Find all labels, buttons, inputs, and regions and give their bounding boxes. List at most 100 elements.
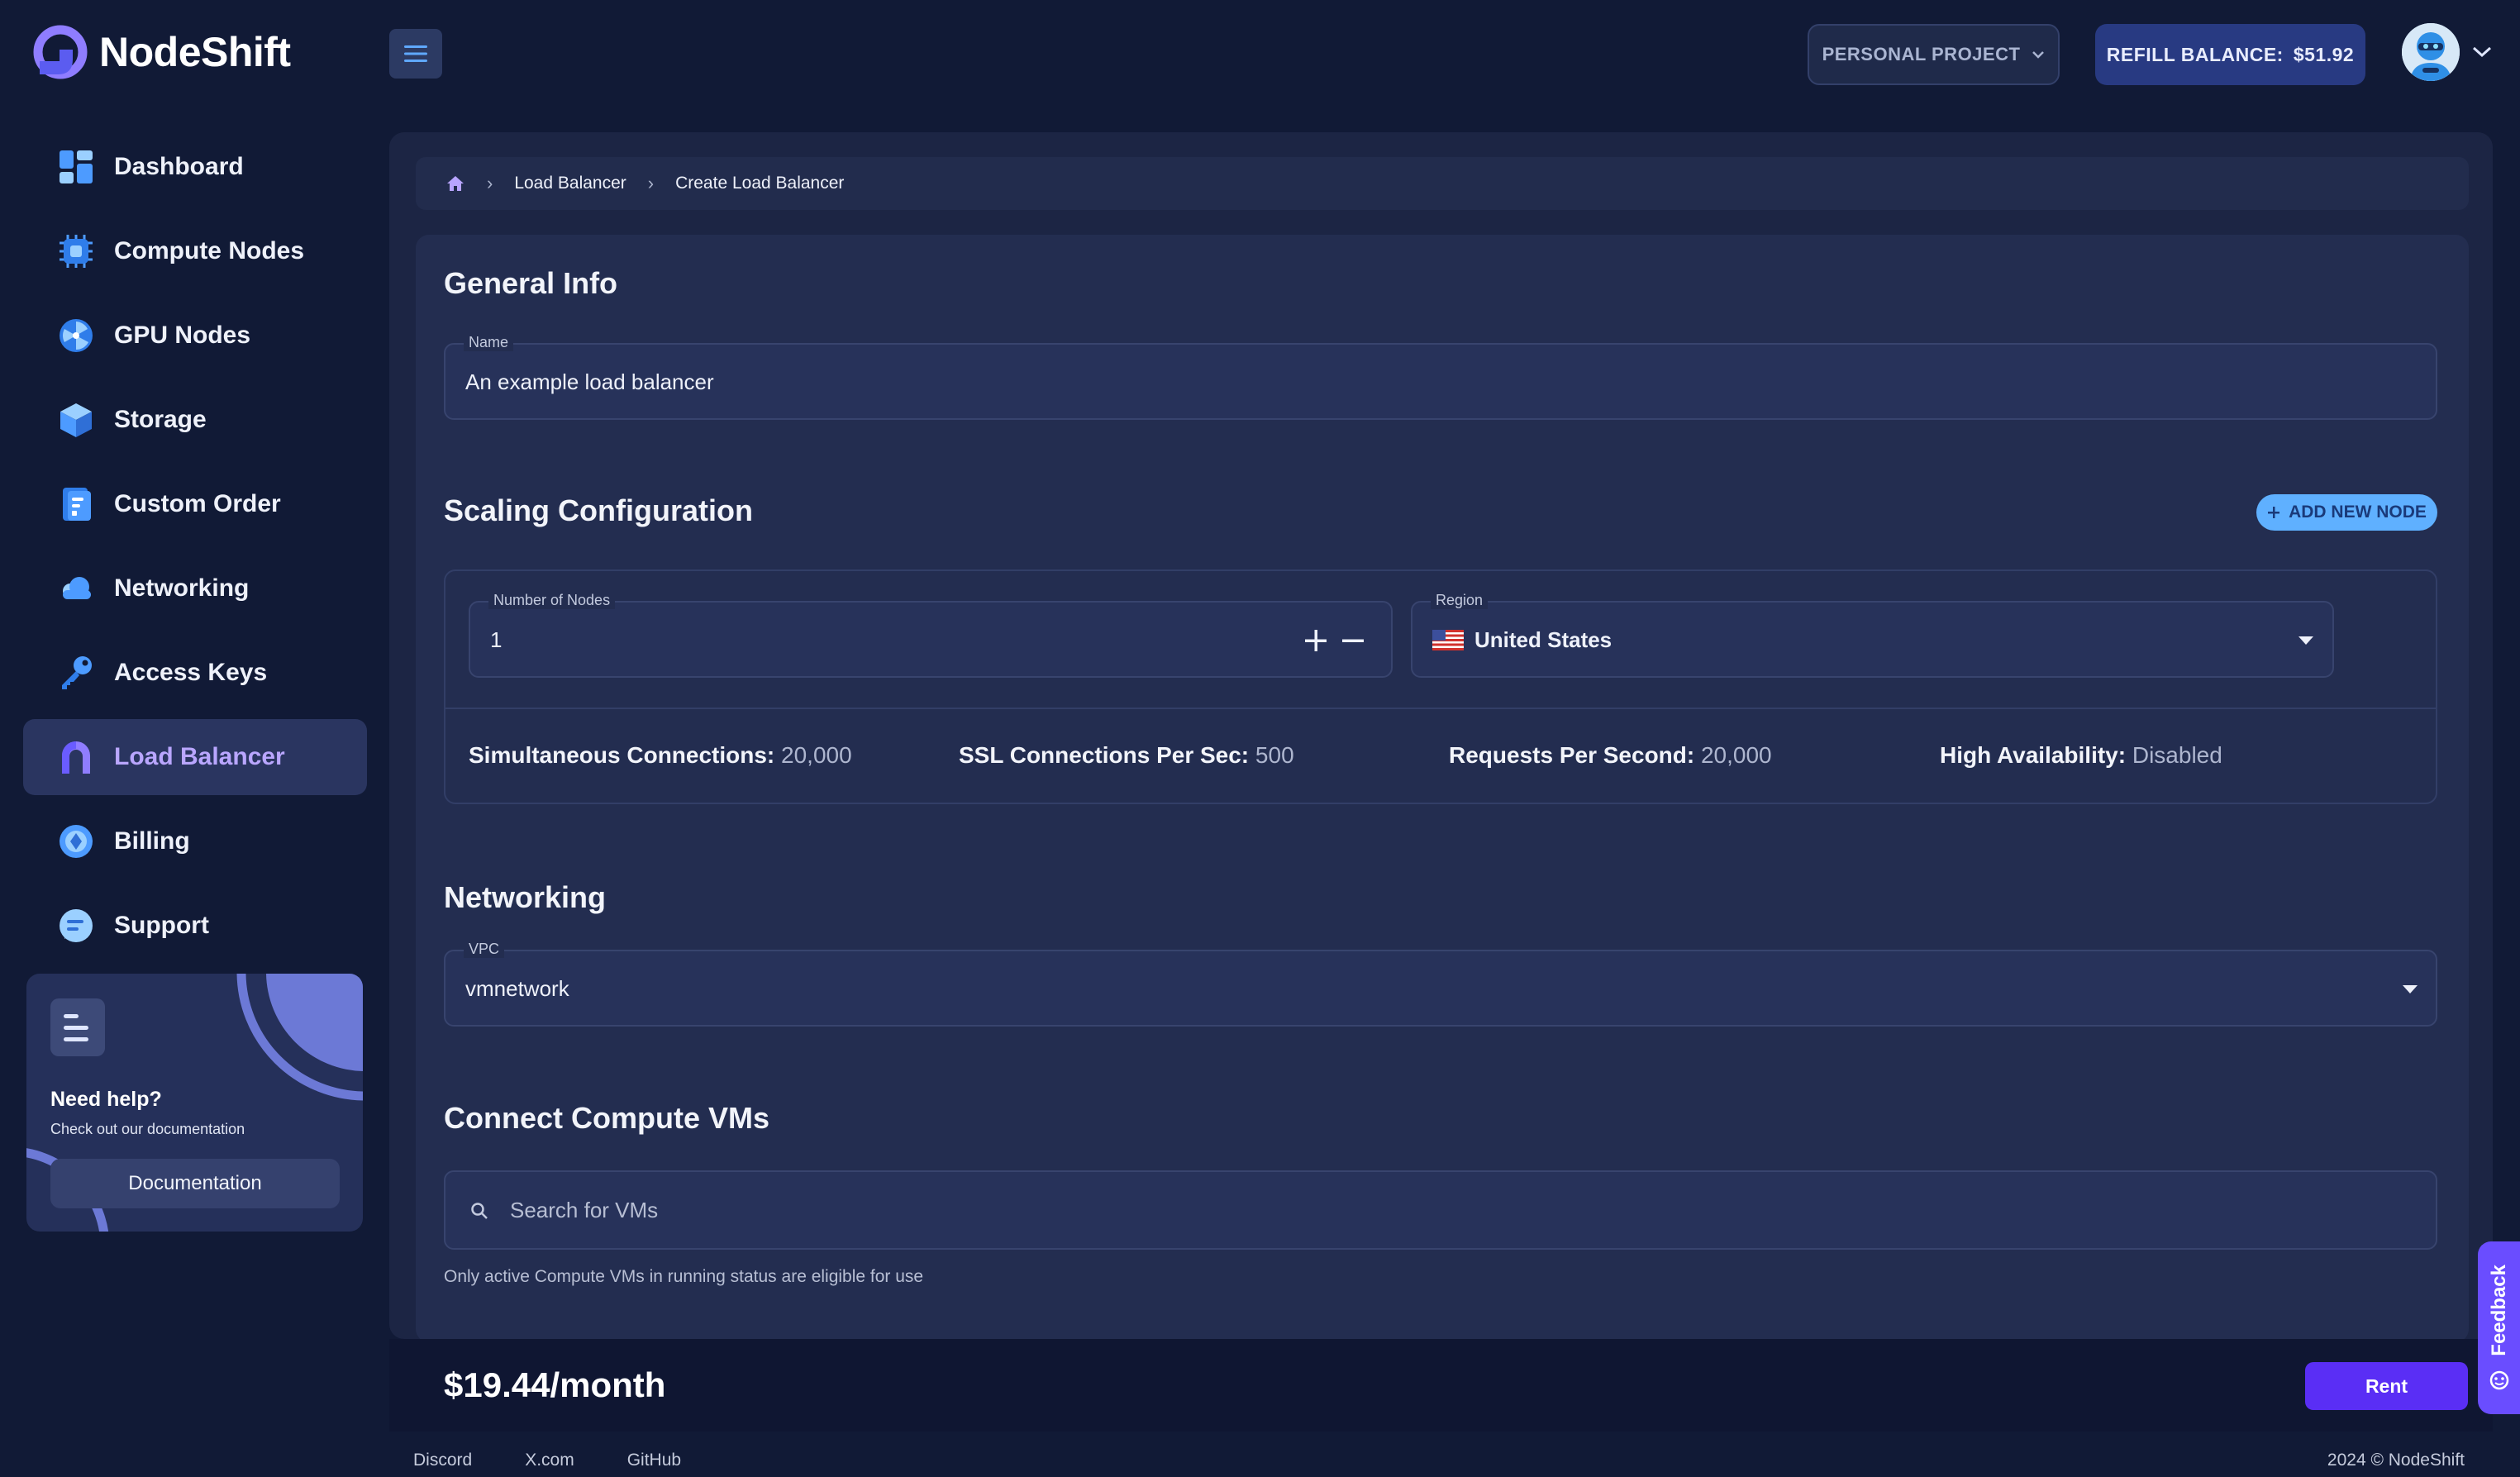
sidebar-item-label: Billing bbox=[114, 827, 190, 855]
home-icon[interactable] bbox=[445, 174, 465, 193]
avatar[interactable] bbox=[2402, 23, 2460, 81]
support-icon bbox=[58, 908, 94, 944]
breadcrumb-create-load-balancer: Create Load Balancer bbox=[675, 174, 845, 193]
cpu-icon bbox=[58, 233, 94, 269]
vm-search-field[interactable]: Search for VMs bbox=[444, 1170, 2437, 1250]
region-label: Region bbox=[1431, 592, 1489, 609]
avatar-icon bbox=[2402, 23, 2460, 81]
sidebar-item-label: Storage bbox=[114, 406, 207, 433]
project-selector[interactable]: PERSONAL PROJECT bbox=[1808, 24, 2060, 85]
monthly-price: $19.44/month bbox=[444, 1365, 666, 1404]
brand-name: NodeShift bbox=[99, 29, 291, 75]
custom-order-icon bbox=[58, 486, 94, 522]
menu-toggle-button[interactable] bbox=[389, 29, 442, 79]
name-label: Name bbox=[464, 334, 514, 351]
sidebar-item-label: GPU Nodes bbox=[114, 322, 251, 349]
metric-label: SSL Connections Per Sec: bbox=[959, 742, 1250, 768]
region-select[interactable]: Region United States bbox=[1411, 592, 2334, 678]
refill-balance-button[interactable]: REFILL BALANCE: $51.92 bbox=[2095, 24, 2365, 85]
sidebar-item-compute-nodes[interactable]: Compute Nodes bbox=[23, 213, 367, 289]
metric-high-availability: High Availability: Disabled bbox=[1940, 742, 2222, 769]
scaling-config-title: Scaling Configuration bbox=[444, 493, 753, 527]
name-input[interactable]: An example load balancer bbox=[465, 369, 714, 395]
footer-links: Discord X.com GitHub bbox=[413, 1451, 681, 1470]
vpc-select[interactable]: VPC vmnetwork bbox=[444, 941, 2437, 1027]
sidebar-item-networking[interactable]: Networking bbox=[23, 550, 367, 627]
us-flag-icon bbox=[1432, 630, 1464, 650]
feedback-icon bbox=[2489, 1370, 2508, 1390]
search-icon bbox=[471, 1203, 488, 1219]
copyright: 2024 © NodeShift bbox=[2327, 1451, 2465, 1470]
networking-title: Networking bbox=[444, 880, 607, 914]
help-card: Need help? Check out our documentation D… bbox=[26, 974, 363, 1232]
refill-label: REFILL BALANCE: bbox=[2106, 43, 2284, 65]
x-link[interactable]: X.com bbox=[525, 1451, 574, 1470]
metric-label: Simultaneous Connections: bbox=[469, 742, 775, 768]
sidebar-item-label: Support bbox=[114, 912, 209, 939]
nodeshift-logo-icon bbox=[33, 25, 88, 79]
user-menu[interactable] bbox=[2402, 23, 2493, 81]
feedback-label: Feedback bbox=[2487, 1265, 2510, 1356]
storage-cube-icon bbox=[58, 402, 94, 438]
number-of-nodes-field[interactable]: Number of Nodes 1 bbox=[469, 592, 1393, 678]
chevron-down-icon bbox=[2032, 51, 2045, 59]
sidebar-item-load-balancer[interactable]: Load Balancer bbox=[23, 719, 367, 795]
sidebar-item-label: Networking bbox=[114, 574, 250, 602]
balance-value: $51.92 bbox=[2293, 43, 2355, 65]
caret-down-icon bbox=[2403, 985, 2418, 993]
metric-simultaneous-connections: Simultaneous Connections: 20,000 bbox=[469, 742, 852, 769]
search-input[interactable]: Search for VMs bbox=[510, 1198, 658, 1223]
help-title: Need help? bbox=[50, 1088, 162, 1111]
metric-value: Disabled bbox=[2132, 742, 2222, 768]
document-icon bbox=[50, 998, 105, 1056]
chevron-right-icon: › bbox=[647, 173, 655, 193]
sidebar-item-gpu-nodes[interactable]: GPU Nodes bbox=[23, 298, 367, 374]
sidebar-item-support[interactable]: Support bbox=[23, 888, 367, 964]
name-field[interactable]: Name An example load balancer bbox=[444, 334, 2437, 420]
github-link[interactable]: GitHub bbox=[627, 1451, 681, 1470]
breadcrumb-load-balancer[interactable]: Load Balancer bbox=[514, 174, 626, 193]
metric-label: Requests Per Second: bbox=[1449, 742, 1695, 768]
nodes-input[interactable]: 1 bbox=[490, 627, 502, 653]
sidebar-nav: Dashboard Compute Nodes GPU Nodes Storag… bbox=[23, 129, 367, 972]
sidebar-item-dashboard[interactable]: Dashboard bbox=[23, 129, 367, 205]
sidebar-item-label: Compute Nodes bbox=[114, 237, 305, 264]
metric-value: 500 bbox=[1255, 742, 1294, 768]
divider bbox=[444, 708, 2437, 709]
documentation-button[interactable]: Documentation bbox=[50, 1159, 340, 1208]
sidebar-item-billing[interactable]: Billing bbox=[23, 803, 367, 879]
search-hint: Only active Compute VMs in running statu… bbox=[444, 1267, 924, 1286]
plus-icon bbox=[2268, 507, 2280, 518]
brand-logo[interactable]: NodeShift bbox=[33, 25, 291, 79]
metric-requests-per-second: Requests Per Second: 20,000 bbox=[1449, 742, 1772, 769]
connect-vms-title: Connect Compute VMs bbox=[444, 1101, 770, 1135]
load-balancer-icon bbox=[58, 739, 94, 775]
sidebar-item-custom-order[interactable]: Custom Order bbox=[23, 466, 367, 542]
sidebar-item-label: Load Balancer bbox=[114, 743, 285, 770]
sidebar-item-label: Access Keys bbox=[114, 659, 268, 686]
breadcrumb: › Load Balancer › Create Load Balancer bbox=[416, 157, 2469, 210]
metric-ssl-connections: SSL Connections Per Sec: 500 bbox=[959, 742, 1294, 769]
decrement-minus-icon[interactable] bbox=[1341, 629, 1365, 652]
rent-button[interactable]: Rent bbox=[2305, 1362, 2468, 1410]
sidebar-item-label: Dashboard bbox=[114, 153, 244, 180]
sidebar-item-label: Custom Order bbox=[114, 490, 281, 517]
increment-plus-icon[interactable] bbox=[1304, 629, 1327, 652]
hamburger-icon bbox=[404, 45, 427, 62]
nodes-label: Number of Nodes bbox=[488, 592, 616, 609]
dashboard-icon bbox=[58, 149, 94, 185]
chevron-right-icon: › bbox=[487, 173, 493, 193]
project-label: PERSONAL PROJECT bbox=[1822, 44, 2021, 64]
gpu-icon bbox=[58, 317, 94, 354]
discord-link[interactable]: Discord bbox=[413, 1451, 472, 1470]
add-new-node-button[interactable]: ADD NEW NODE bbox=[2256, 494, 2437, 531]
cloud-icon bbox=[58, 570, 94, 607]
sidebar-item-storage[interactable]: Storage bbox=[23, 382, 367, 458]
general-info-title: General Info bbox=[444, 266, 618, 300]
feedback-tab[interactable]: Feedback bbox=[2478, 1241, 2520, 1414]
region-value: United States bbox=[1474, 627, 1613, 652]
sidebar-item-access-keys[interactable]: Access Keys bbox=[23, 635, 367, 711]
metric-value: 20,000 bbox=[1700, 742, 1772, 768]
caret-down-icon bbox=[2298, 636, 2313, 645]
chevron-down-icon bbox=[2472, 46, 2492, 58]
